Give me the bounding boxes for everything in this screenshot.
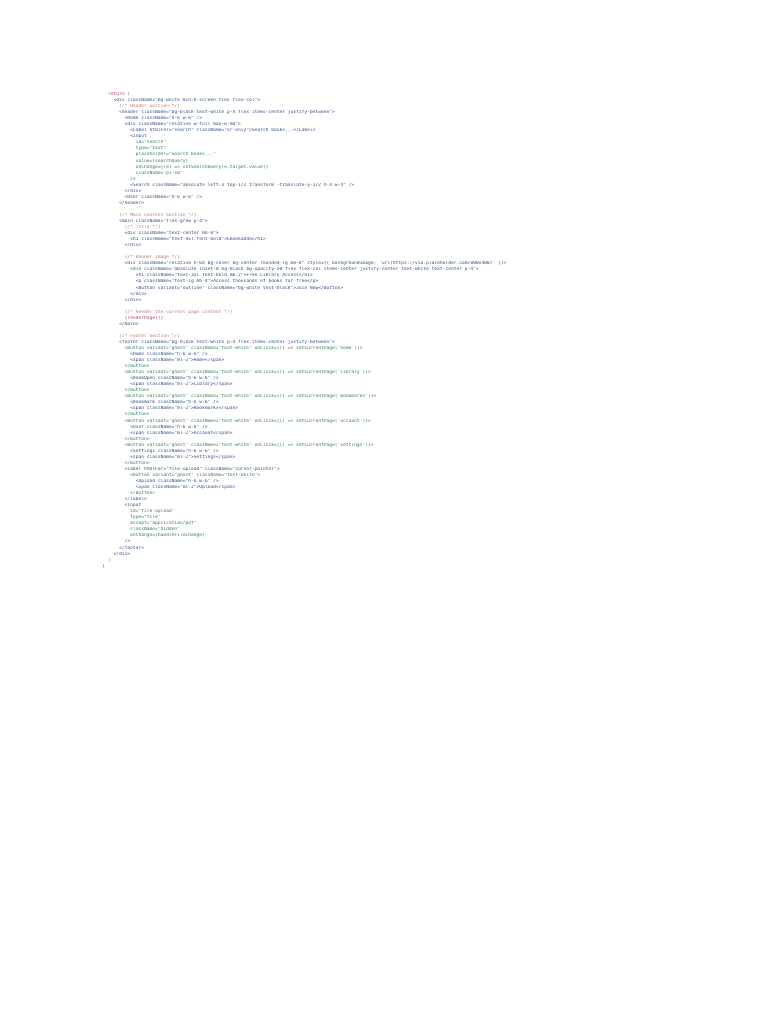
code-listing: return (<div className="bg-white min-h-s… (102, 92, 742, 570)
document-page: return (<div className="bg-white min-h-s… (0, 0, 768, 1024)
code-line: } (102, 563, 105, 569)
